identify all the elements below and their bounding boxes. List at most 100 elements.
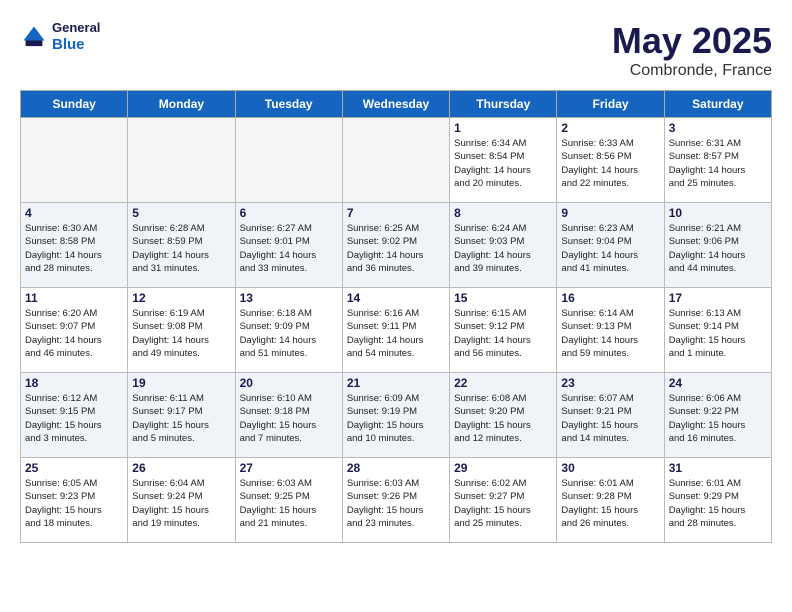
week-row-1: 4 Sunrise: 6:30 AM Sunset: 8:58 PM Daylig… (21, 203, 772, 288)
day-number: 20 (240, 376, 338, 390)
day-detail: Sunrise: 6:25 AM Sunset: 9:02 PM Dayligh… (347, 222, 445, 275)
day-cell: 21 Sunrise: 6:09 AM Sunset: 9:19 PM Dayli… (342, 373, 449, 458)
logo-icon (20, 23, 48, 51)
day-cell: 17 Sunrise: 6:13 AM Sunset: 9:14 PM Dayli… (664, 288, 771, 373)
page-header: General Blue May 2025 Combronde, France (20, 20, 772, 80)
day-detail: Sunrise: 6:03 AM Sunset: 9:25 PM Dayligh… (240, 477, 338, 530)
day-cell: 23 Sunrise: 6:07 AM Sunset: 9:21 PM Dayli… (557, 373, 664, 458)
day-cell: 8Sunrise: 6:24 AM Sunset: 9:03 PM Daylig… (450, 203, 557, 288)
day-cell: 16Sunrise: 6:14 AM Sunset: 9:13 PM Dayli… (557, 288, 664, 373)
day-cell: 7 Sunrise: 6:25 AM Sunset: 9:02 PM Daylig… (342, 203, 449, 288)
day-number: 19 (132, 376, 230, 390)
day-detail: Sunrise: 6:27 AM Sunset: 9:01 PM Dayligh… (240, 222, 338, 275)
day-detail: Sunrise: 6:15 AM Sunset: 9:12 PM Dayligh… (454, 307, 552, 360)
day-cell: 14 Sunrise: 6:16 AM Sunset: 9:11 PM Dayli… (342, 288, 449, 373)
day-header-monday: Monday (128, 91, 235, 118)
day-cell: 12 Sunrise: 6:19 AM Sunset: 9:08 PM Dayli… (128, 288, 235, 373)
day-number: 21 (347, 376, 445, 390)
day-cell: 3Sunrise: 6:31 AM Sunset: 8:57 PM Daylig… (664, 118, 771, 203)
day-cell: 30 Sunrise: 6:01 AM Sunset: 9:28 PM Dayli… (557, 458, 664, 543)
month-year: May 2025 (612, 20, 772, 62)
day-cell: 27 Sunrise: 6:03 AM Sunset: 9:25 PM Dayli… (235, 458, 342, 543)
day-detail: Sunrise: 6:10 AM Sunset: 9:18 PM Dayligh… (240, 392, 338, 445)
day-detail: Sunrise: 6:03 AM Sunset: 9:26 PM Dayligh… (347, 477, 445, 530)
day-number: 22 (454, 376, 552, 390)
day-detail: Sunrise: 6:06 AM Sunset: 9:22 PM Dayligh… (669, 392, 767, 445)
logo-text: General Blue (52, 20, 100, 54)
day-cell: 2 Sunrise: 6:33 AM Sunset: 8:56 PM Daylig… (557, 118, 664, 203)
day-detail: Sunrise: 6:05 AM Sunset: 9:23 PM Dayligh… (25, 477, 123, 530)
day-detail: Sunrise: 6:31 AM Sunset: 8:57 PM Dayligh… (669, 137, 767, 190)
day-detail: Sunrise: 6:24 AM Sunset: 9:03 PM Dayligh… (454, 222, 552, 275)
day-cell: 10Sunrise: 6:21 AM Sunset: 9:06 PM Dayli… (664, 203, 771, 288)
day-cell: 28 Sunrise: 6:03 AM Sunset: 9:26 PM Dayli… (342, 458, 449, 543)
day-number: 12 (132, 291, 230, 305)
day-detail: Sunrise: 6:08 AM Sunset: 9:20 PM Dayligh… (454, 392, 552, 445)
day-detail: Sunrise: 6:01 AM Sunset: 9:29 PM Dayligh… (669, 477, 767, 530)
week-row-4: 25 Sunrise: 6:05 AM Sunset: 9:23 PM Dayli… (21, 458, 772, 543)
day-detail: Sunrise: 6:20 AM Sunset: 9:07 PM Dayligh… (25, 307, 123, 360)
day-detail: Sunrise: 6:33 AM Sunset: 8:56 PM Dayligh… (561, 137, 659, 190)
calendar-header-row: SundayMondayTuesdayWednesdayThursdayFrid… (21, 91, 772, 118)
day-detail: Sunrise: 6:19 AM Sunset: 9:08 PM Dayligh… (132, 307, 230, 360)
day-number: 28 (347, 461, 445, 475)
day-number: 10 (669, 206, 767, 220)
day-number: 15 (454, 291, 552, 305)
location: Combronde, France (612, 62, 772, 80)
day-number: 27 (240, 461, 338, 475)
day-detail: Sunrise: 6:02 AM Sunset: 9:27 PM Dayligh… (454, 477, 552, 530)
day-number: 25 (25, 461, 123, 475)
day-detail: Sunrise: 6:11 AM Sunset: 9:17 PM Dayligh… (132, 392, 230, 445)
day-cell: 6Sunrise: 6:27 AM Sunset: 9:01 PM Daylig… (235, 203, 342, 288)
day-header-thursday: Thursday (450, 91, 557, 118)
day-detail: Sunrise: 6:14 AM Sunset: 9:13 PM Dayligh… (561, 307, 659, 360)
day-detail: Sunrise: 6:34 AM Sunset: 8:54 PM Dayligh… (454, 137, 552, 190)
logo-blue: Blue (52, 36, 100, 54)
day-detail: Sunrise: 6:13 AM Sunset: 9:14 PM Dayligh… (669, 307, 767, 360)
day-number: 23 (561, 376, 659, 390)
day-detail: Sunrise: 6:30 AM Sunset: 8:58 PM Dayligh… (25, 222, 123, 275)
day-number: 13 (240, 291, 338, 305)
day-cell: 9 Sunrise: 6:23 AM Sunset: 9:04 PM Daylig… (557, 203, 664, 288)
day-number: 9 (561, 206, 659, 220)
day-cell: 5 Sunrise: 6:28 AM Sunset: 8:59 PM Daylig… (128, 203, 235, 288)
day-header-friday: Friday (557, 91, 664, 118)
logo-general: General (52, 20, 100, 36)
day-cell: 25 Sunrise: 6:05 AM Sunset: 9:23 PM Dayli… (21, 458, 128, 543)
day-cell: 18Sunrise: 6:12 AM Sunset: 9:15 PM Dayli… (21, 373, 128, 458)
day-cell: 20 Sunrise: 6:10 AM Sunset: 9:18 PM Dayli… (235, 373, 342, 458)
day-number: 11 (25, 291, 123, 305)
day-number: 2 (561, 121, 659, 135)
day-cell: 15 Sunrise: 6:15 AM Sunset: 9:12 PM Dayli… (450, 288, 557, 373)
day-cell (128, 118, 235, 203)
day-cell: 11 Sunrise: 6:20 AM Sunset: 9:07 PM Dayli… (21, 288, 128, 373)
day-detail: Sunrise: 6:12 AM Sunset: 9:15 PM Dayligh… (25, 392, 123, 445)
day-number: 26 (132, 461, 230, 475)
day-cell: 29 Sunrise: 6:02 AM Sunset: 9:27 PM Dayli… (450, 458, 557, 543)
day-number: 1 (454, 121, 552, 135)
day-number: 4 (25, 206, 123, 220)
day-detail: Sunrise: 6:04 AM Sunset: 9:24 PM Dayligh… (132, 477, 230, 530)
day-cell: 13 Sunrise: 6:18 AM Sunset: 9:09 PM Dayli… (235, 288, 342, 373)
day-number: 29 (454, 461, 552, 475)
day-number: 5 (132, 206, 230, 220)
day-number: 14 (347, 291, 445, 305)
day-cell: 31Sunrise: 6:01 AM Sunset: 9:29 PM Dayli… (664, 458, 771, 543)
day-detail: Sunrise: 6:09 AM Sunset: 9:19 PM Dayligh… (347, 392, 445, 445)
title-block: May 2025 Combronde, France (612, 20, 772, 80)
day-number: 7 (347, 206, 445, 220)
day-cell (235, 118, 342, 203)
day-header-sunday: Sunday (21, 91, 128, 118)
day-detail: Sunrise: 6:28 AM Sunset: 8:59 PM Dayligh… (132, 222, 230, 275)
day-detail: Sunrise: 6:01 AM Sunset: 9:28 PM Dayligh… (561, 477, 659, 530)
day-number: 30 (561, 461, 659, 475)
day-detail: Sunrise: 6:16 AM Sunset: 9:11 PM Dayligh… (347, 307, 445, 360)
day-detail: Sunrise: 6:18 AM Sunset: 9:09 PM Dayligh… (240, 307, 338, 360)
day-header-tuesday: Tuesday (235, 91, 342, 118)
day-detail: Sunrise: 6:07 AM Sunset: 9:21 PM Dayligh… (561, 392, 659, 445)
day-cell: 1 Sunrise: 6:34 AM Sunset: 8:54 PM Daylig… (450, 118, 557, 203)
logo: General Blue (20, 20, 100, 54)
day-cell: 19 Sunrise: 6:11 AM Sunset: 9:17 PM Dayli… (128, 373, 235, 458)
day-detail: Sunrise: 6:23 AM Sunset: 9:04 PM Dayligh… (561, 222, 659, 275)
day-number: 17 (669, 291, 767, 305)
